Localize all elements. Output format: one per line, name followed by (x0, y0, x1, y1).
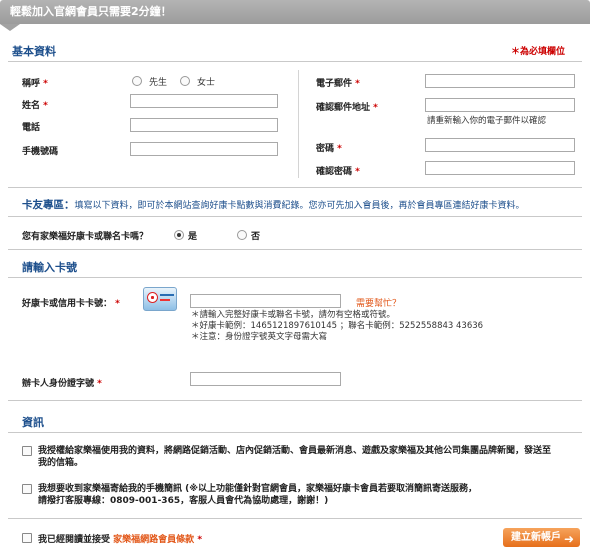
info-top-divider (8, 400, 582, 401)
terms-link[interactable]: 家樂福網路會員條款 (113, 535, 194, 545)
info-divider (8, 432, 582, 433)
terms-text: 我已經閱讀並接受 家樂福網路會員條款 * (38, 535, 203, 545)
email-confirm-input[interactable] (425, 98, 575, 112)
card-number-label: 好康卡或信用卡卡號： * (22, 299, 120, 309)
create-account-button[interactable]: 建立新帳戶 ➜ (503, 528, 580, 547)
checkbox-email-consent[interactable] (22, 446, 32, 456)
radio-ms-label: 女士 (197, 78, 216, 88)
card-zone-top-divider (8, 187, 582, 188)
help-link[interactable]: 需要幫忙？ (356, 296, 401, 309)
mobile-input[interactable] (130, 142, 278, 156)
radio-mr[interactable] (132, 76, 142, 86)
arrow-right-icon: ➜ (563, 532, 574, 546)
card-hint-3: ＊注意：身份證字號英文字母需大寫 (191, 332, 328, 342)
card-zone-title: 卡友專區： (22, 199, 75, 211)
card-hint-1: ＊請輸入完整好康卡或聯名卡號，請勿有空格或符號。 (191, 310, 396, 320)
card-zone-divider (8, 216, 582, 217)
card-number-input[interactable] (190, 294, 341, 308)
id-number-label: 辦卡人身份證字號 * (22, 379, 102, 389)
card-entry-divider (8, 277, 582, 278)
password-confirm-input[interactable] (425, 161, 575, 175)
name-label: 姓名 * (22, 101, 48, 111)
column-divider (298, 70, 299, 178)
password-input[interactable] (425, 138, 575, 152)
basic-info-title: 基本資料 (12, 45, 56, 58)
radio-ms[interactable] (180, 76, 190, 86)
sms-consent-text: 我想要收到家樂福寄給我的手機簡訊 (※以上功能僅針對官網會員，家樂福好康卡會員若… (38, 484, 477, 506)
basic-divider (8, 61, 582, 62)
mobile-label: 手機號碼 (22, 147, 59, 157)
id-number-input[interactable] (190, 372, 341, 386)
card-zone-banner: 卡友專區：填寫以下資料，即可於本網站查詢好康卡點數與消費紀錄。您亦可先加入會員後… (22, 197, 525, 212)
password-confirm-label: 確認密碼 * (316, 167, 360, 177)
email-confirm-hint: 請重新輸入你的電子郵件以確認 (427, 116, 547, 126)
radio-yes-label: 是 (188, 232, 198, 242)
banner-notch (0, 24, 20, 31)
phone-label: 電話 (22, 123, 41, 133)
phone-input[interactable] (130, 118, 278, 132)
required-note: ＊為必填欄位 (511, 47, 566, 57)
email-label: 電子郵件 * (316, 79, 360, 89)
checkbox-terms[interactable] (22, 533, 32, 543)
radio-has-card-no[interactable] (237, 230, 247, 240)
card-zone-desc: 填寫以下資料，即可於本網站查詢好康卡點數與消費紀錄。您亦可先加入會員後，再於會員… (74, 201, 525, 211)
checkbox-sms-consent[interactable] (22, 484, 32, 494)
email-confirm-label: 確認郵件地址 * (316, 103, 378, 113)
signup-banner: 輕鬆加入官網會員只需要2分鐘！ (0, 0, 590, 24)
radio-no-label: 否 (251, 232, 261, 242)
terms-divider (8, 518, 582, 519)
card-entry-title: 請輸入卡號 (22, 261, 77, 274)
card-hint-2: ＊好康卡範例：1465121897610145 ；聯名卡範例：525255884… (191, 321, 484, 331)
radio-mr-label: 先生 (149, 78, 168, 88)
password-label: 密碼 * (316, 144, 342, 154)
email-input[interactable] (425, 74, 575, 88)
email-consent-text: 我授權給家樂福使用我的資料，將網路促銷活動、店內促銷活動、會員最新消息、遊戲及家… (38, 446, 552, 468)
radio-has-card-yes[interactable] (174, 230, 184, 240)
card-image-icon (143, 287, 177, 311)
card-question: 您有家樂福好康卡或聯名卡嗎？ (22, 232, 149, 242)
info-title: 資訊 (22, 416, 44, 429)
card-entry-top-divider (8, 249, 582, 250)
salutation-label: 稱呼 * (22, 79, 48, 89)
create-account-label: 建立新帳戶 (511, 532, 561, 543)
name-input[interactable] (130, 94, 278, 108)
